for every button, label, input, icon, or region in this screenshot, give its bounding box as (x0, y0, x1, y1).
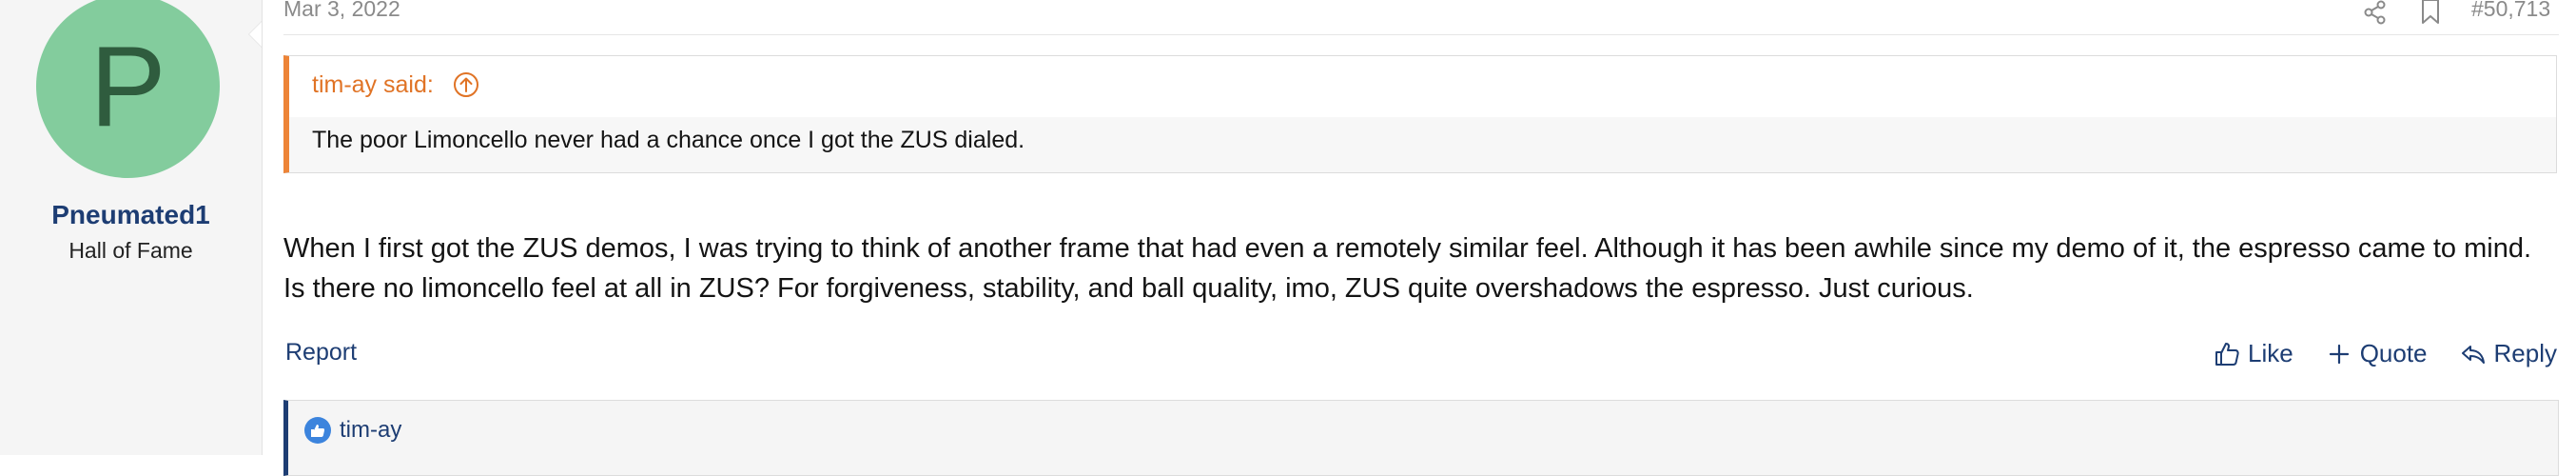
thumbs-up-icon (2215, 342, 2239, 366)
quote-button[interactable]: Quote (2326, 339, 2428, 368)
plus-icon (2329, 344, 2349, 364)
post-number-link[interactable]: #50,713 (2471, 0, 2550, 22)
bookmark-icon[interactable] (2420, 0, 2441, 25)
quote-body: The poor Limoncello never had a chance o… (312, 127, 1025, 153)
post-main: Mar 3, 2022 #50,713 tim-ay said: The poo… (283, 0, 2559, 476)
user-arrow (248, 21, 262, 48)
post-actions: Like Quote Reply (2214, 339, 2557, 368)
post-message: When I first got the ZUS demos, I was tr… (283, 233, 2532, 304)
quote-label: Quote (2359, 339, 2428, 367)
quote-author-link[interactable]: tim-ay said: (312, 71, 434, 99)
avatar[interactable]: P (36, 0, 220, 178)
post-header: Mar 3, 2022 #50,713 (283, 0, 2559, 35)
like-label: Like (2247, 339, 2293, 367)
reply-button[interactable]: Reply (2460, 339, 2557, 368)
user-sidebar: P Pneumated1 Hall of Fame (0, 0, 263, 455)
avatar-letter: P (89, 22, 166, 150)
share-icon[interactable] (2363, 0, 2388, 25)
post-date-link[interactable]: Mar 3, 2022 (283, 0, 400, 22)
jump-to-quote-icon[interactable] (453, 71, 479, 98)
reactions-bar: tim-ay (283, 400, 2559, 476)
reaction-users-link[interactable]: tim-ay (340, 417, 401, 444)
quote-header: tim-ay said: (289, 56, 2556, 117)
like-reaction-icon (304, 417, 331, 444)
like-button[interactable]: Like (2214, 339, 2293, 368)
user-title: Hall of Fame (68, 238, 193, 263)
username-link[interactable]: Pneumated1 (0, 200, 262, 230)
report-link[interactable]: Report (285, 339, 357, 367)
quote-block: tim-ay said: The poor Limoncello never h… (283, 55, 2557, 173)
reply-arrow-icon (2461, 345, 2485, 364)
reply-label: Reply (2493, 339, 2557, 367)
